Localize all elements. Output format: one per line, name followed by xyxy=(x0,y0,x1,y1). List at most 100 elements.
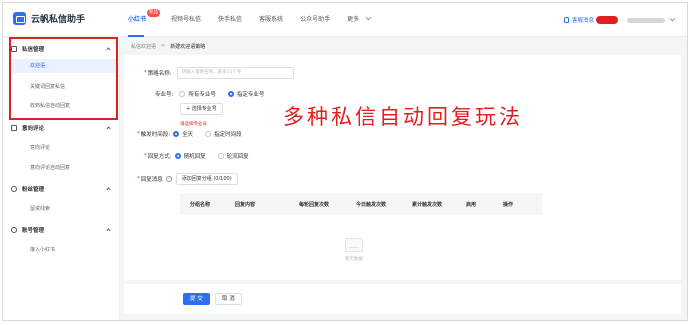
select-account-row: + 选择专业号 xyxy=(180,103,223,115)
empty-text: 暂无数据 xyxy=(345,257,363,262)
sidebar-group-label: 粉丝管理 xyxy=(22,187,45,193)
brand[interactable]: 云帆私信助手 xyxy=(13,12,85,25)
sidebar-group-comments[interactable]: 意向评论 xyxy=(11,122,116,134)
logo-icon xyxy=(13,12,26,25)
trigger-label: 触发时间段: xyxy=(140,132,171,138)
select-account-button[interactable]: + 选择专业号 xyxy=(180,103,223,115)
promo-overlay-text: 多种私信自动回复玩法 xyxy=(283,105,523,129)
chevron-up-icon xyxy=(106,187,111,192)
comment-icon xyxy=(11,125,17,131)
empty-state: 暂无数据 xyxy=(345,238,363,262)
radio-dot xyxy=(217,153,224,159)
radio-label: 指定时间段 xyxy=(214,132,242,138)
radio-all-day[interactable]: 全天 xyxy=(173,130,193,138)
chevron-down-icon[interactable] xyxy=(669,15,676,22)
nav-item-service-system[interactable]: 客服系统 xyxy=(259,3,283,37)
brand-name: 云帆私信助手 xyxy=(31,15,86,25)
add-reply-group-button[interactable]: 添加回复分组 (0/100) xyxy=(175,173,238,185)
service-message-link[interactable]: 客服消息 xyxy=(572,16,594,24)
nav-item-kuaishou-dm[interactable]: 快手私信 xyxy=(218,3,242,37)
message-count-badge xyxy=(596,16,618,24)
table-header: 分组名称 xyxy=(190,201,211,208)
strategy-name-input[interactable]: 请输入策略名称，最多15个字 xyxy=(176,67,294,79)
breadcrumb-separator: > xyxy=(161,43,166,49)
bell-icon xyxy=(563,17,569,23)
radio-dot xyxy=(227,91,234,97)
reply-message-row: * 回复消息 ? 添加回复分组 (0/100) xyxy=(137,173,238,185)
account-label: 专业号: xyxy=(155,92,174,98)
nav-item-label: 视频号私信 xyxy=(171,16,202,23)
sidebar-group-label: 账号管理 xyxy=(22,228,45,234)
new-badge: 新品 xyxy=(147,9,160,17)
table-header: 今日触发次数 xyxy=(356,201,387,208)
account-row: 专业号: 所有专业号 指定专业号 xyxy=(155,90,270,98)
radio-dot xyxy=(205,131,212,137)
sidebar-item-label: 接入小红书 xyxy=(30,247,56,253)
reply-mode-label: 回复方式: xyxy=(147,154,172,160)
top-nav: 小红书 新品 视频号私信 快手私信 客服系统 公众号助手 更多 xyxy=(128,3,386,37)
empty-box-icon xyxy=(345,238,363,252)
sidebar-group-label: 意向评论 xyxy=(22,126,45,132)
nav-item-official-account[interactable]: 公众号助手 xyxy=(300,3,330,37)
radio-label: 随机回复 xyxy=(183,154,206,160)
table-header: 每轮回复次数 xyxy=(299,201,330,208)
reply-mode-row: * 回复方式: 随机回复 轮流回复 xyxy=(144,152,255,160)
required-mark: * xyxy=(137,176,140,182)
sidebar-item-intent-auto-reply[interactable]: 意向评论自动回复 xyxy=(11,161,116,175)
radio-dot xyxy=(173,131,180,137)
top-right: 客服消息 xyxy=(563,15,676,24)
form-footer: 提 交 取 消 xyxy=(124,284,681,314)
sidebar-item-connect-xhs[interactable]: 接入小红书 xyxy=(11,243,116,257)
radio-label: 轮流回复 xyxy=(226,154,249,160)
nav-item-video-dm[interactable]: 视频号私信 xyxy=(171,3,201,37)
sidebar-group-fans[interactable]: 粉丝管理 xyxy=(11,183,116,195)
radio-dot xyxy=(179,91,186,97)
table-header: 操作 xyxy=(503,201,514,208)
help-icon[interactable]: ? xyxy=(165,176,172,182)
breadcrumb-parent[interactable]: 私信欢迎语 xyxy=(131,43,156,50)
radio-label: 全天 xyxy=(182,132,194,138)
nav-item-label: 更多 xyxy=(347,16,360,23)
radio-time-range[interactable]: 指定时间段 xyxy=(205,130,242,138)
nav-item-more[interactable]: 更多 xyxy=(347,3,372,37)
chevron-up-icon xyxy=(106,126,111,131)
nav-item-label: 客服系统 xyxy=(259,16,284,23)
nav-item-label: 公众号助手 xyxy=(300,16,331,23)
radio-label: 指定专业号 xyxy=(236,92,265,98)
radio-all-accounts[interactable]: 所有专业号 xyxy=(179,90,216,98)
required-mark: * xyxy=(144,70,147,76)
sidebar-group-accounts[interactable]: 账号管理 xyxy=(11,224,116,236)
radio-round-reply[interactable]: 轮流回复 xyxy=(217,152,249,160)
sidebar-item-label: 意向评论 xyxy=(30,145,51,151)
top-bar: 云帆私信助手 小红书 新品 视频号私信 快手私信 客服系统 公众号助手 更多 客… xyxy=(3,3,687,37)
form-card xyxy=(124,55,681,280)
account-icon xyxy=(11,227,17,233)
sidebar-item-label: 留资线索 xyxy=(30,206,51,212)
select-account-hint: 请选择专业号 xyxy=(180,122,207,127)
radio-dot xyxy=(174,153,181,159)
breadcrumb-current: 新建欢迎语策略 xyxy=(170,44,206,50)
sidebar-item-leads[interactable]: 留资线索 xyxy=(11,202,116,216)
trigger-row: * 触发时间段: 全天 指定时间段 xyxy=(137,130,248,138)
radio-random-reply[interactable]: 随机回复 xyxy=(174,152,206,160)
sidebar-item-intent-comments[interactable]: 意向评论 xyxy=(11,141,116,155)
user-account[interactable] xyxy=(627,17,665,23)
table-header: 累计触发次数 xyxy=(412,201,443,208)
fans-icon xyxy=(11,186,17,192)
highlight-box xyxy=(9,37,118,120)
nav-item-xiaohongshu[interactable]: 小红书 新品 xyxy=(128,3,160,37)
nav-item-label: 快手私信 xyxy=(218,16,243,23)
cancel-button[interactable]: 取 消 xyxy=(215,293,242,305)
breadcrumb: 私信欢迎语 > 新建欢迎语策略 xyxy=(131,43,205,50)
nav-item-label: 小红书 xyxy=(128,16,147,23)
radio-specific-account[interactable]: 指定专业号 xyxy=(227,90,265,98)
radio-label: 所有专业号 xyxy=(188,92,216,98)
reply-message-label: 回复消息 xyxy=(140,177,163,183)
strategy-name-label: 策略名称: xyxy=(147,71,172,77)
reply-group-table-header: 分组名称 回复内容 每轮回复次数 今日触发次数 累计触发次数 启用 操作 xyxy=(180,193,542,215)
required-mark: * xyxy=(137,131,140,137)
sidebar-item-label: 意向评论自动回复 xyxy=(30,165,71,171)
strategy-name-row: * 策略名称: 请输入策略名称，最多15个字 xyxy=(144,67,294,79)
submit-button[interactable]: 提 交 xyxy=(183,293,210,305)
table-header: 启用 xyxy=(466,201,477,208)
